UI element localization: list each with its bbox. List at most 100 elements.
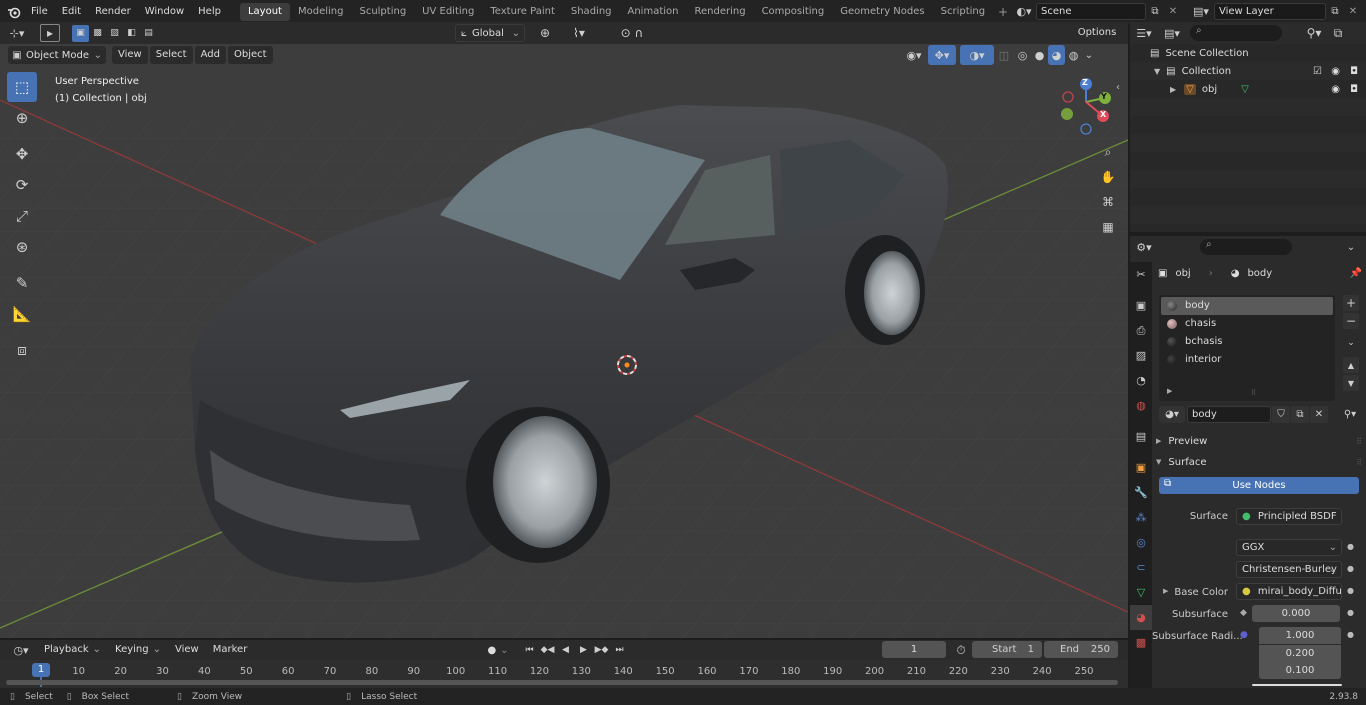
blender-logo-icon[interactable] (4, 2, 24, 22)
properties-editor-icon[interactable]: ⚙▾ (1130, 237, 1158, 257)
new-collection-icon[interactable]: ⧉ (1328, 23, 1348, 43)
menu-keying[interactable]: Keying ⌄ (109, 641, 167, 659)
properties-search-input[interactable]: ⌕ (1200, 239, 1292, 255)
distribution-dropdown[interactable]: GGX ⌄ (1236, 539, 1342, 556)
menu-timeline-view[interactable]: View (169, 641, 205, 659)
transform-orientation[interactable]: ⟀ Global ⌄ (455, 24, 525, 42)
camera-icon[interactable]: ◘ (1350, 84, 1358, 95)
tab-compositing[interactable]: Compositing (754, 3, 833, 21)
tab-shading[interactable]: Shading (563, 3, 620, 21)
scene-selector[interactable]: ◐▾ Scene ⧉ ✕ (1012, 2, 1182, 20)
keyframe-dot-icon[interactable]: ● (1347, 586, 1354, 595)
scene-tab-icon[interactable]: ◔ (1130, 368, 1152, 393)
select-new-icon[interactable]: ▣ (72, 24, 89, 42)
material-slot-interior[interactable]: interior (1161, 351, 1333, 369)
pin-icon[interactable]: 📌 (1350, 268, 1362, 279)
tab-uv-editing[interactable]: UV Editing (414, 3, 482, 21)
keyframe-dot-icon[interactable]: ● (1347, 630, 1354, 639)
select-tool-icon[interactable]: ▸ (40, 24, 60, 42)
add-cube-tool-icon[interactable]: ⧈ (7, 335, 37, 365)
zoom-icon[interactable]: ⌕ (1098, 142, 1118, 162)
wireframe-shading-icon[interactable]: ◎ (1014, 45, 1031, 65)
modifier-tab-icon[interactable]: 🔧 (1130, 480, 1152, 505)
constraints-tab-icon[interactable]: ⊂ (1130, 555, 1152, 580)
menu-marker[interactable]: Marker (206, 641, 254, 659)
current-frame-field[interactable]: 1 (882, 641, 946, 658)
world-tab-icon[interactable]: ◍ (1130, 393, 1152, 418)
outliner-row-scene-collection[interactable]: ▤ Scene Collection (1130, 44, 1366, 62)
expand-arrow-icon[interactable]: ▶ (1170, 85, 1176, 94)
resize-handle-icon[interactable]: ⠿ (1251, 389, 1256, 397)
browse-material-icon[interactable]: ◕▾ (1159, 405, 1185, 423)
menu-select[interactable]: Select (149, 46, 193, 64)
cursor-tool-icon[interactable]: ⊕ (7, 103, 37, 133)
view-layer-tab-icon[interactable]: ▨ (1130, 343, 1152, 368)
add-slot-icon[interactable]: + (1343, 295, 1359, 311)
collection-tab-icon[interactable]: ▤ (1130, 424, 1152, 449)
remove-slot-icon[interactable]: − (1343, 313, 1359, 329)
select-invert-icon[interactable]: ◧ (123, 25, 140, 42)
gizmo-toggle-icon[interactable]: ✥▾ (928, 45, 956, 65)
collapse-arrow-icon[interactable]: ▼ (1154, 67, 1160, 76)
drag-handle-icon[interactable]: ⠿ (1356, 437, 1362, 446)
menu-window[interactable]: Window (138, 2, 191, 22)
tab-geometry-nodes[interactable]: Geometry Nodes (832, 3, 932, 21)
view-layer-field[interactable]: View Layer (1214, 2, 1326, 20)
copy-view-layer-icon[interactable]: ⧉ (1326, 6, 1344, 17)
tab-scripting[interactable]: Scripting (933, 3, 993, 21)
play-icon[interactable]: ▶ (575, 641, 592, 659)
texture-tab-icon[interactable]: ▩ (1130, 630, 1152, 655)
surface-shader-field[interactable]: ● Principled BSDF (1236, 508, 1342, 525)
tab-animation[interactable]: Animation (620, 3, 687, 21)
preview-panel-header[interactable]: ▶ Preview ⠿ (1156, 433, 1362, 449)
camera-icon[interactable]: ◘ (1350, 66, 1358, 77)
material-tab-icon[interactable]: ◕ (1130, 605, 1152, 630)
subsurface-method-dropdown[interactable]: Christensen-Burley ⌄ (1236, 561, 1342, 578)
tab-rendering[interactable]: Rendering (686, 3, 753, 21)
eye-icon[interactable]: ◉ (1331, 66, 1340, 77)
render-tab-icon[interactable]: ▣ (1130, 293, 1152, 318)
fake-user-icon[interactable]: ⛉ (1272, 405, 1290, 423)
duplicate-material-icon[interactable]: ⧉ (1291, 405, 1309, 423)
perspective-grid-icon[interactable]: ▦ (1098, 217, 1118, 237)
proportional-edit-icon[interactable]: ⊙ ∩ (612, 23, 652, 43)
menu-render[interactable]: Render (88, 2, 138, 22)
rendered-shading-icon[interactable]: ◍ (1065, 45, 1082, 65)
select-extend-icon[interactable]: ▩ (89, 25, 106, 42)
camera-view-icon[interactable]: ⌘ (1098, 192, 1118, 212)
use-nodes-button[interactable]: ⧉ Use Nodes (1159, 477, 1359, 494)
move-slot-down-icon[interactable]: ▼ (1343, 375, 1359, 391)
material-shading-icon[interactable]: ◕ (1048, 45, 1065, 65)
move-slot-up-icon[interactable]: ▲ (1343, 357, 1359, 373)
rotate-tool-icon[interactable]: ⟳ (7, 170, 37, 200)
xray-icon[interactable]: ◫ (994, 45, 1014, 65)
keyframe-dot-icon[interactable]: ● (1347, 542, 1354, 551)
particles-tab-icon[interactable]: ⁂ (1130, 505, 1152, 530)
menu-object[interactable]: Object (227, 46, 273, 64)
base-color-expand-icon[interactable]: ▶ (1163, 587, 1168, 595)
expand-arrow-icon[interactable]: ▶ (1167, 387, 1172, 395)
subsurface-radius-x-field[interactable]: 1.000 (1259, 627, 1341, 644)
menu-playback[interactable]: Playback ⌄ (38, 641, 108, 659)
transform-tool-icon[interactable]: ⊛ (7, 232, 37, 262)
keyframe-dot-icon[interactable]: ● (1347, 564, 1354, 573)
end-frame-field[interactable]: End 250 (1044, 641, 1118, 658)
options-dropdown[interactable]: Options (1071, 24, 1123, 42)
material-name-field[interactable]: body (1187, 405, 1271, 423)
timeline-editor-icon[interactable]: ◷▾ (4, 640, 38, 660)
eye-icon[interactable]: ◉ (1331, 84, 1340, 95)
overlay-toggle-icon[interactable]: ◑▾ (960, 45, 994, 65)
display-mode-icon[interactable]: ▤▾ (1158, 23, 1186, 43)
menu-add[interactable]: Add (194, 46, 226, 64)
viewport[interactable]: User Perspective (1) Collection | obj Z … (0, 22, 1128, 638)
select-subtract-icon[interactable]: ▧ (106, 25, 123, 42)
tab-modeling[interactable]: Modeling (290, 3, 352, 21)
data-tab-icon[interactable]: ▽ (1130, 580, 1152, 605)
mode-selector[interactable]: ▣ Object Mode ⌄ (8, 46, 106, 64)
surface-panel-header[interactable]: ▼ Surface ⠿ (1156, 454, 1362, 470)
tool-tab-icon[interactable]: ✂ (1130, 262, 1152, 287)
move-tool-icon[interactable]: ✥ (7, 139, 37, 169)
view-layer-selector[interactable]: ▤▾ View Layer ⧉ ✕ (1188, 2, 1364, 20)
menu-help[interactable]: Help (191, 2, 228, 22)
jump-keyframe-back-icon[interactable]: ◆◀ (539, 641, 556, 659)
